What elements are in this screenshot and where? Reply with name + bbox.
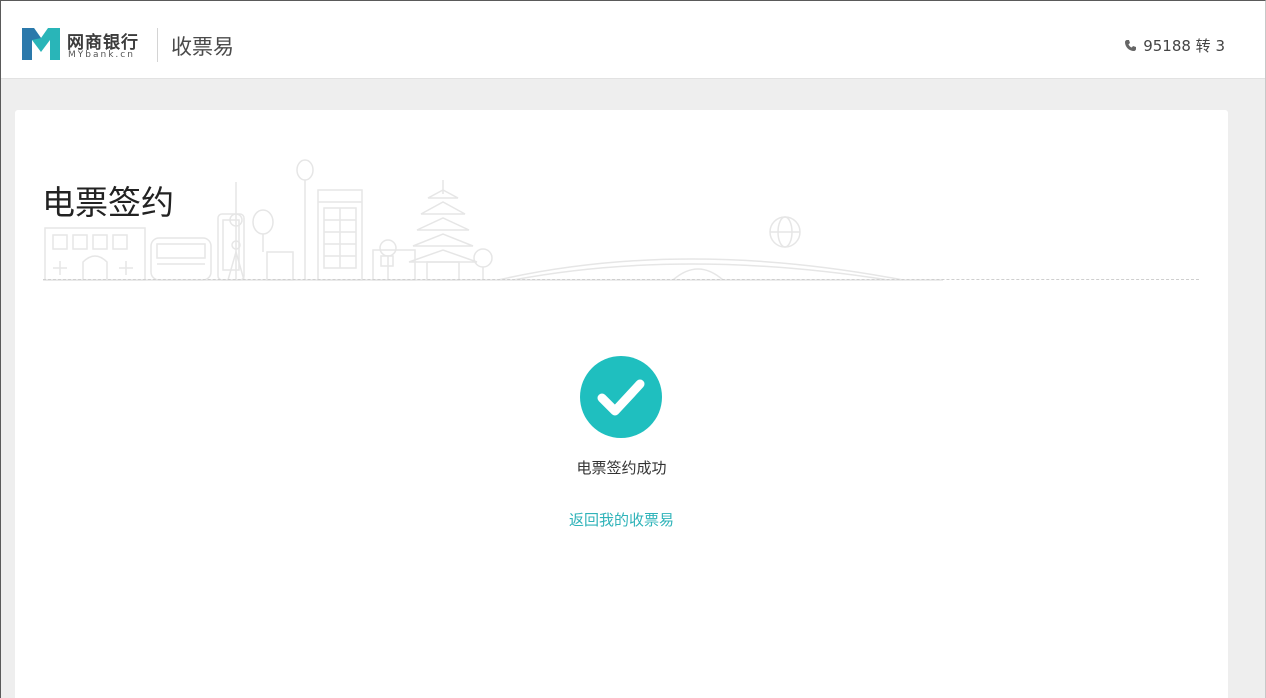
- mybank-logo-icon: [22, 28, 60, 60]
- brand-domain: MYbank.cn: [68, 50, 135, 60]
- header-divider: [157, 28, 158, 62]
- back-link-text[interactable]: 返回我的收票易: [569, 511, 674, 529]
- check-circle-icon: [580, 356, 662, 438]
- page-title: 电票签约: [42, 183, 174, 222]
- back-to-home-link: 返回我的收票易: [15, 509, 1228, 530]
- support-phone: 95188 转 3: [1124, 35, 1225, 56]
- product-name: 收票易: [171, 35, 234, 59]
- phone-icon: [1125, 40, 1137, 51]
- content-card: 电票签约 电票签约成功 返回我的收票易: [15, 110, 1228, 698]
- title-divider: [43, 279, 1199, 280]
- success-message: 电票签约成功: [576, 459, 667, 477]
- top-header: 网商银行 MYbank.cn 收票易 95188 转 3: [1, 1, 1265, 79]
- phone-number: 95188 转 3: [1143, 37, 1225, 55]
- city-skyline-illustration: [43, 159, 943, 281]
